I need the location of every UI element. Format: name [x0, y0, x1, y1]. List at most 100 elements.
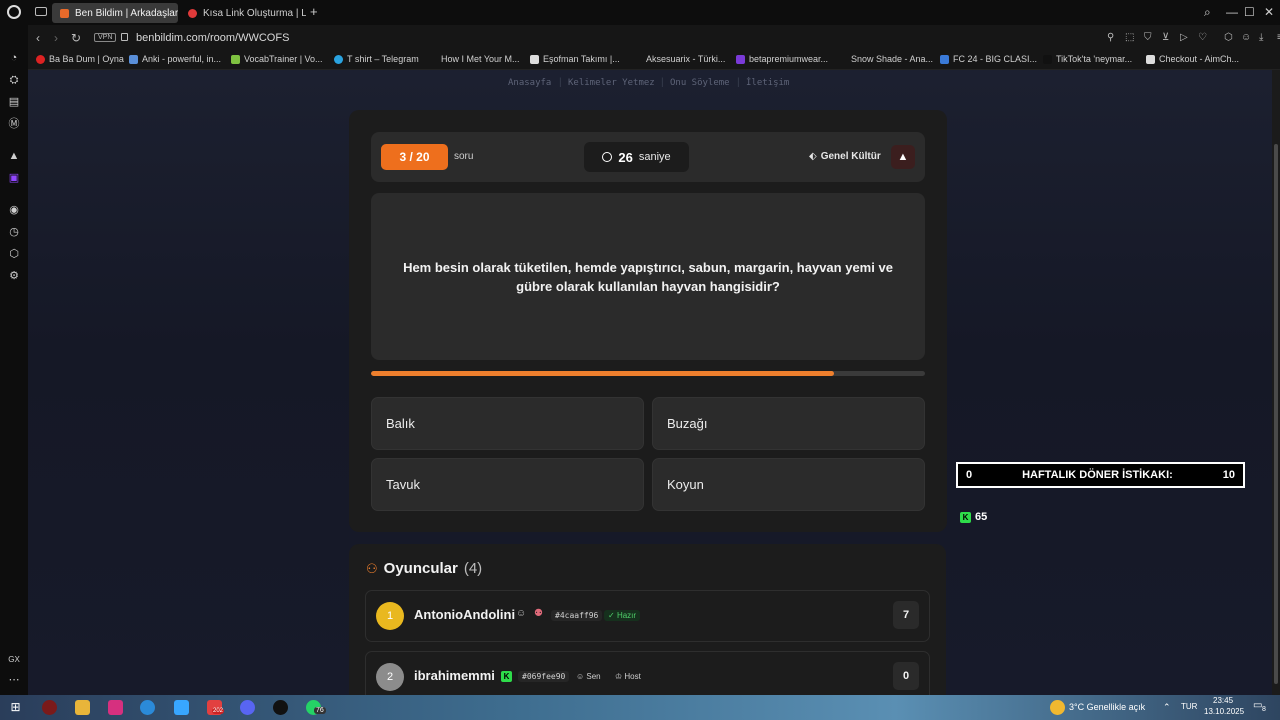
- scrollbar-thumb[interactable]: [1274, 144, 1278, 684]
- more-icon[interactable]: ⋯: [7, 673, 21, 687]
- back-icon[interactable]: ‹: [36, 31, 40, 45]
- tag-icon: ⬖: [809, 151, 817, 162]
- you-badge-label: Sen: [586, 672, 601, 681]
- nav-link-home[interactable]: Anasayfa: [508, 78, 551, 88]
- gx-icon[interactable]: GX: [7, 653, 21, 667]
- opera-gx-icon[interactable]: [42, 700, 57, 715]
- download-video-icon[interactable]: ⊻: [1162, 32, 1169, 43]
- opera-logo-icon[interactable]: [7, 5, 21, 19]
- bookmark-item[interactable]: Anki - powerful, in...: [129, 54, 221, 64]
- bookmark-favicon-icon: [334, 54, 343, 64]
- extensions-icon[interactable]: ⬡: [1224, 32, 1233, 43]
- bookmark-item[interactable]: Snow Shade - Ana...: [838, 54, 933, 64]
- player-row: 1 AntonioAndolini ☺ ⚉ #4caaff96 ✓ Hazır …: [365, 590, 930, 642]
- minimize-icon[interactable]: —: [1226, 5, 1238, 19]
- add-friend-icon[interactable]: ⚉: [534, 608, 543, 619]
- bookmark-item[interactable]: FC 24 - BIG CLASI...: [940, 54, 1037, 64]
- workspaces-icon[interactable]: ▤: [7, 95, 21, 109]
- notifications-count: 8: [1262, 706, 1266, 713]
- file-explorer-icon[interactable]: [75, 700, 90, 715]
- telegram-icon[interactable]: [174, 700, 189, 715]
- answer-button[interactable]: Tavuk: [371, 458, 644, 511]
- answer-button[interactable]: Buzağı: [652, 397, 925, 450]
- downloads-icon[interactable]: ⤓: [1259, 32, 1263, 43]
- settings-icon[interactable]: ⚙: [7, 269, 21, 283]
- bookmark-label: FC 24 - BIG CLASI...: [953, 54, 1038, 64]
- bookmark-item[interactable]: TikTok'ta 'neymar...: [1043, 54, 1132, 64]
- notification-count: 202: [212, 708, 225, 714]
- weekly-right-value: 10: [1222, 469, 1235, 481]
- history-icon[interactable]: ◷: [7, 225, 21, 239]
- nav-link-onu-soyleme[interactable]: Onu Söyleme: [670, 78, 730, 88]
- player-icon[interactable]: ◉: [7, 203, 21, 217]
- tab-benbildim[interactable]: Ben Bildim | Arkadaşların: [52, 3, 178, 23]
- clock-time[interactable]: 23:45: [1213, 696, 1233, 705]
- bookmark-item[interactable]: How I Met Your M...: [428, 54, 520, 64]
- windows-start-icon[interactable]: ⊞: [8, 700, 23, 715]
- extensions-sidebar-icon[interactable]: ⬡: [7, 247, 21, 261]
- bookmark-item[interactable]: T shirt – Telegram: [334, 54, 419, 64]
- messenger-icon[interactable]: Ⓜ: [7, 117, 21, 131]
- tray-chevron-icon[interactable]: ⌃: [1163, 702, 1171, 713]
- lock-icon[interactable]: [121, 33, 128, 41]
- benbildim-favicon-icon: [60, 8, 69, 18]
- page-scrollbar[interactable]: [1272, 70, 1280, 695]
- bookmark-item[interactable]: Ba Ba Dum | Oyna: [36, 54, 124, 64]
- nav-link-iletisim[interactable]: İletişim: [746, 78, 789, 88]
- bookmark-label: Snow Shade - Ana...: [851, 54, 934, 64]
- edge-icon[interactable]: [140, 700, 155, 715]
- heart-icon[interactable]: ♡: [1198, 32, 1207, 43]
- clock-icon: [602, 152, 613, 162]
- language-indicator[interactable]: TUR: [1181, 702, 1197, 711]
- crypto-wallet-icon[interactable]: ⛭: [7, 73, 21, 87]
- nav-link-kelimeler[interactable]: Kelimeler Yetmez: [568, 78, 655, 88]
- bookmark-label: TikTok'ta 'neymar...: [1056, 54, 1133, 64]
- app-icon[interactable]: ▲: [7, 149, 21, 163]
- maximize-icon[interactable]: ☐: [1244, 5, 1255, 19]
- timer: 26 saniye: [584, 142, 689, 172]
- bookmark-item[interactable]: Checkout - AimCh...: [1146, 54, 1239, 64]
- ready-badge-label: Hazır: [616, 611, 637, 620]
- instagram-icon[interactable]: [108, 700, 123, 715]
- answer-button[interactable]: Balık: [371, 397, 644, 450]
- weekly-left-value: 0: [966, 469, 973, 481]
- tab-label: Ben Bildim | Arkadaşların: [75, 7, 178, 19]
- bookmark-item[interactable]: VocabTrainer | Vo...: [231, 54, 323, 64]
- tab-kisa-link[interactable]: Kısa Link Oluşturma | Link: [180, 3, 306, 23]
- bookmark-label: How I Met Your M...: [441, 54, 520, 64]
- tab-islands-icon[interactable]: [35, 7, 47, 16]
- bookmark-favicon-icon: [940, 54, 949, 64]
- search-tabs-icon[interactable]: ⌕: [1204, 5, 1211, 20]
- player-score: 0: [893, 662, 919, 690]
- vpn-badge[interactable]: VPN: [94, 33, 117, 42]
- kisa-link-favicon-icon: [188, 8, 197, 18]
- aria-icon[interactable]: ◔: [7, 51, 21, 65]
- bookmark-favicon-icon: [838, 54, 847, 64]
- report-button[interactable]: ▲: [891, 145, 915, 169]
- url-field[interactable]: benbildim.com/room/WWCOFS: [136, 32, 289, 44]
- pin-icon[interactable]: ⚲: [1107, 32, 1114, 43]
- player-tag: #069fee90: [518, 671, 570, 682]
- bookmark-label: betapremiumwear...: [749, 54, 829, 64]
- answer-button[interactable]: Koyun: [652, 458, 925, 511]
- weather-text[interactable]: 3°C Genellikle açık: [1069, 702, 1145, 712]
- bookmark-favicon-icon: [736, 54, 745, 64]
- bookmark-item[interactable]: Aksesuarix - Türki...: [633, 54, 725, 64]
- ready-badge: ✓ Hazır: [604, 610, 641, 621]
- weather-icon[interactable]: [1050, 700, 1065, 715]
- clock-date[interactable]: 13.10.2025: [1204, 707, 1244, 716]
- discord-icon[interactable]: [240, 700, 255, 715]
- shield-icon[interactable]: ⛉: [1144, 32, 1152, 43]
- reload-icon[interactable]: ↻: [71, 31, 81, 45]
- bookmark-item[interactable]: betapremiumwear...: [736, 54, 828, 64]
- close-window-icon[interactable]: ✕: [1264, 5, 1274, 19]
- new-tab-button[interactable]: +: [310, 4, 318, 19]
- forward-icon[interactable]: ›: [54, 31, 58, 45]
- twitch-icon[interactable]: ▣: [7, 171, 21, 185]
- notification-count: 76: [314, 707, 326, 714]
- play-icon[interactable]: ▷: [1180, 32, 1188, 43]
- snapshot-icon[interactable]: ⬚: [1125, 32, 1134, 43]
- profile-icon[interactable]: ☺: [1241, 32, 1251, 43]
- bookmark-item[interactable]: Eşofman Takımı |...: [530, 54, 620, 64]
- steam-icon[interactable]: [273, 700, 288, 715]
